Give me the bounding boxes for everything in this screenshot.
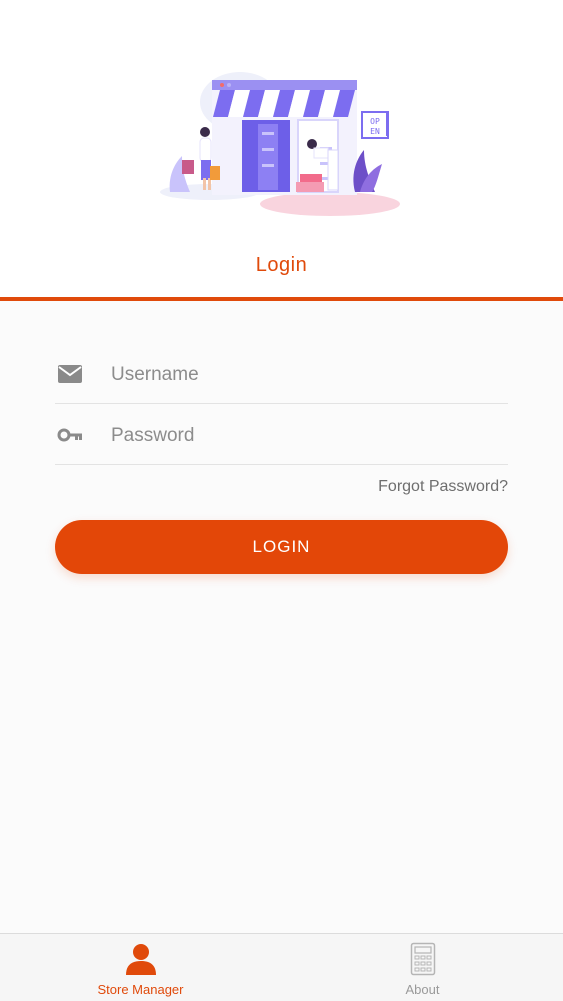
- nav-label-store-manager: Store Manager: [97, 982, 184, 997]
- nav-label-about: About: [405, 982, 440, 997]
- tab-login[interactable]: Login: [0, 254, 563, 277]
- password-field: [55, 404, 508, 465]
- storefront-illustration: OP EN: [160, 72, 400, 216]
- forgot-password-link[interactable]: Forgot Password?: [378, 478, 508, 496]
- sign-text-bottom: EN: [370, 127, 380, 136]
- nav-item-about[interactable]: About: [282, 934, 563, 1001]
- login-button[interactable]: LOGIN: [55, 520, 508, 574]
- mail-icon: [58, 365, 82, 383]
- username-input[interactable]: [109, 357, 493, 393]
- hero-section: OP EN Login: [0, 0, 563, 301]
- calculator-icon: [410, 942, 435, 976]
- nav-item-store-manager[interactable]: Store Manager: [0, 934, 281, 1001]
- active-tab-indicator: [0, 297, 563, 301]
- key-icon: [57, 428, 82, 442]
- sign-text-top: OP: [370, 117, 380, 126]
- username-field: [55, 343, 508, 404]
- person-icon: [125, 944, 156, 975]
- bottom-navigation: Store Manager About: [0, 933, 563, 1001]
- password-input[interactable]: [109, 418, 493, 454]
